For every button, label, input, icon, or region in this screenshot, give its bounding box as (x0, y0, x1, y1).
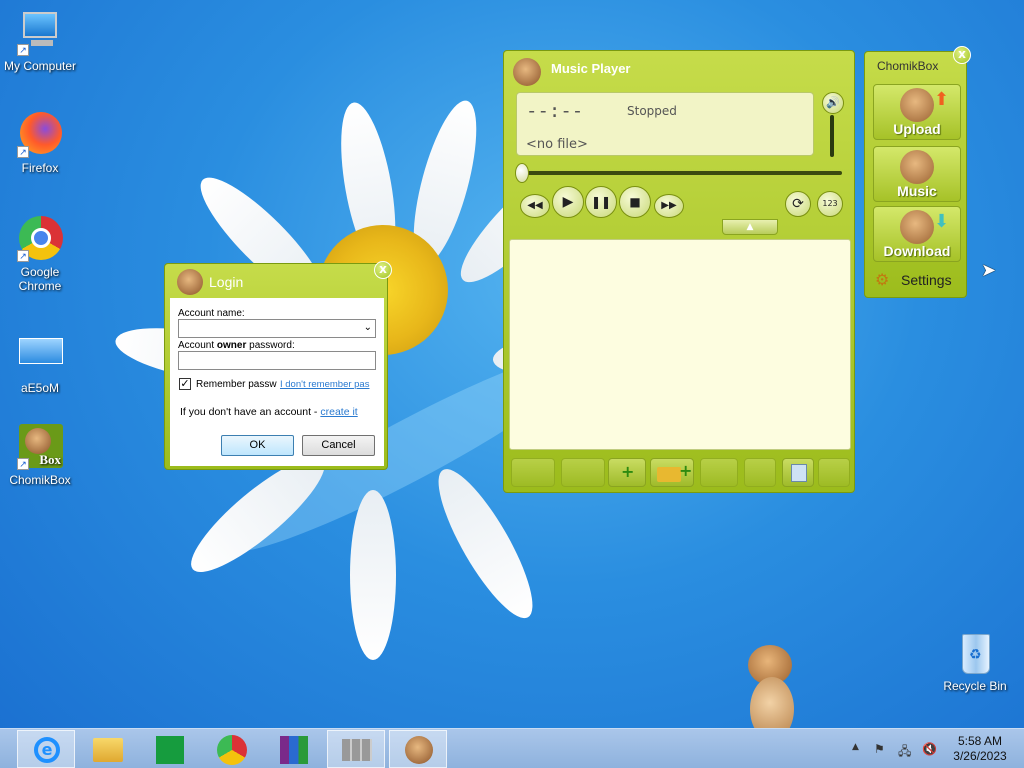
show-hidden-icons-icon[interactable]: ▲ (852, 742, 866, 756)
taskbar-chomikbox[interactable] (389, 730, 447, 768)
player-display: --:-- Stopped <no file> (516, 92, 814, 156)
desktop-icon-chomikbox[interactable]: Box ↗ ChomikBox (0, 424, 80, 487)
taskbar: e ▲ ⚑ 🖧 🔇 5:58 AM 3/26/2023 (0, 728, 1024, 768)
pause-button[interactable]: ❚❚ (585, 186, 617, 218)
playlist-area[interactable] (509, 239, 851, 450)
music-player-window: Music Player --:-- Stopped <no file> 🔊 ◀… (503, 50, 855, 493)
chomik-logo-icon (177, 269, 203, 295)
seek-handle[interactable] (515, 163, 529, 183)
play-button[interactable]: ▶ (552, 186, 584, 218)
playlist-tool-1-icon[interactable] (511, 458, 555, 487)
mouse-cursor-icon: ➤ (981, 260, 997, 281)
playlist-tool-2-icon[interactable] (561, 458, 605, 487)
image-file-icon (17, 332, 63, 378)
password-label: Account owner password: (178, 340, 295, 351)
desktop-icon-firefox[interactable]: ↗ Firefox (0, 112, 80, 175)
chomikbox-icon: Box ↗ (17, 424, 63, 470)
account-name-label: Account name: (178, 308, 245, 319)
store-icon (156, 736, 184, 764)
playlist-tool-3-icon[interactable] (744, 458, 776, 487)
network-icon[interactable]: 🖧 (898, 742, 912, 758)
password-field[interactable] (178, 351, 376, 370)
collapse-playlist-button[interactable]: ▲ (722, 219, 778, 235)
chomikbox-panel: ChomikBox x ⬆ Upload Music ⬇ Download ⚙ … (864, 46, 971, 298)
hamster-icon (405, 736, 433, 764)
chevron-down-icon[interactable]: ⌄ (364, 322, 372, 333)
status-text: Stopped (627, 104, 677, 118)
taskbar-store[interactable] (141, 730, 199, 768)
music-player-title: Music Player (551, 61, 631, 76)
chrome-icon: ↗ (17, 216, 63, 262)
desktop-icon-my-computer[interactable]: ↗ My Computer (0, 10, 80, 73)
download-button[interactable]: ⬇ Download (873, 206, 961, 262)
add-folder-icon[interactable]: + (650, 458, 694, 487)
remember-password-checkbox[interactable]: ✓ (179, 378, 191, 390)
fast-forward-button[interactable]: ▶▶ (654, 194, 684, 218)
stop-button[interactable]: ■ (619, 186, 651, 218)
file-name-text: <no file> (526, 137, 588, 152)
action-center-flag-icon[interactable]: ⚑ (874, 742, 888, 756)
chomikbox-close-button[interactable]: x (953, 46, 971, 64)
hamster-headphones-icon (900, 150, 934, 184)
volume-icon[interactable]: 🔊 (822, 92, 844, 114)
create-account-link[interactable]: create it (320, 406, 357, 418)
settings-button[interactable]: ⚙ Settings (875, 270, 959, 290)
save-playlist-icon[interactable] (782, 458, 814, 487)
login-dialog: Login x Account name: ⌄ Account owner pa… (164, 261, 392, 470)
volume-muted-icon[interactable]: 🔇 (922, 742, 937, 756)
chomikbox-title: ChomikBox (877, 59, 939, 73)
gear-icon: ⚙ (875, 270, 890, 289)
music-button[interactable]: Music (873, 146, 961, 202)
ok-button[interactable]: OK (221, 435, 294, 456)
login-close-button[interactable]: x (374, 261, 392, 279)
clock[interactable]: 5:58 AM 3/26/2023 (948, 734, 1012, 764)
login-title: Login (209, 274, 244, 290)
folder-icon (93, 738, 123, 762)
taskbar-internet-explorer[interactable]: e (17, 730, 75, 768)
repeat-button[interactable]: ⟳ (785, 191, 811, 217)
hamster-icon (900, 210, 934, 244)
account-name-field[interactable]: ⌄ (178, 319, 376, 338)
firefox-icon: ↗ (17, 112, 63, 158)
add-file-icon[interactable]: + (608, 458, 646, 487)
remember-password-label: Remember passw (196, 379, 277, 390)
no-account-text: If you don't have an account - create it (180, 406, 358, 418)
taskbar-chrome[interactable] (203, 730, 261, 768)
track-order-button[interactable]: 123 (817, 191, 843, 217)
cancel-button[interactable]: Cancel (302, 435, 375, 456)
rewind-button[interactable]: ◀◀ (520, 194, 550, 218)
arrow-down-icon: ⬇ (934, 211, 950, 232)
recycle-bin-icon: ♻ (952, 630, 998, 676)
taskbar-file-explorer[interactable] (79, 730, 137, 768)
chrome-icon (217, 735, 247, 765)
time-display: --:-- (526, 100, 584, 122)
login-body: Account name: ⌄ Account owner password: … (170, 298, 384, 466)
desktop-icon-google-chrome[interactable]: ↗ Google Chrome (0, 216, 80, 293)
desktop-icon-recycle-bin[interactable]: ♻ Recycle Bin (935, 630, 1015, 693)
playlist-tool-4-icon[interactable] (818, 458, 850, 487)
upload-button[interactable]: ⬆ Upload (873, 84, 961, 140)
volume-slider[interactable] (830, 115, 834, 157)
winrar-icon (280, 736, 308, 764)
window-tiles-icon (342, 739, 372, 761)
forgot-password-link[interactable]: I don't remember pas (280, 379, 369, 390)
taskbar-winrar[interactable] (265, 730, 323, 768)
internet-explorer-icon: e (34, 737, 60, 763)
seek-bar[interactable] (518, 171, 842, 175)
arrow-up-icon: ⬆ (934, 89, 950, 110)
chomik-logo-icon (513, 58, 541, 86)
taskbar-app-window[interactable] (327, 730, 385, 768)
remove-item-icon[interactable] (700, 458, 738, 487)
hamster-icon (900, 88, 934, 122)
desktop-icon-ae5om[interactable]: aE5oM (0, 332, 80, 395)
computer-icon: ↗ (17, 10, 63, 56)
